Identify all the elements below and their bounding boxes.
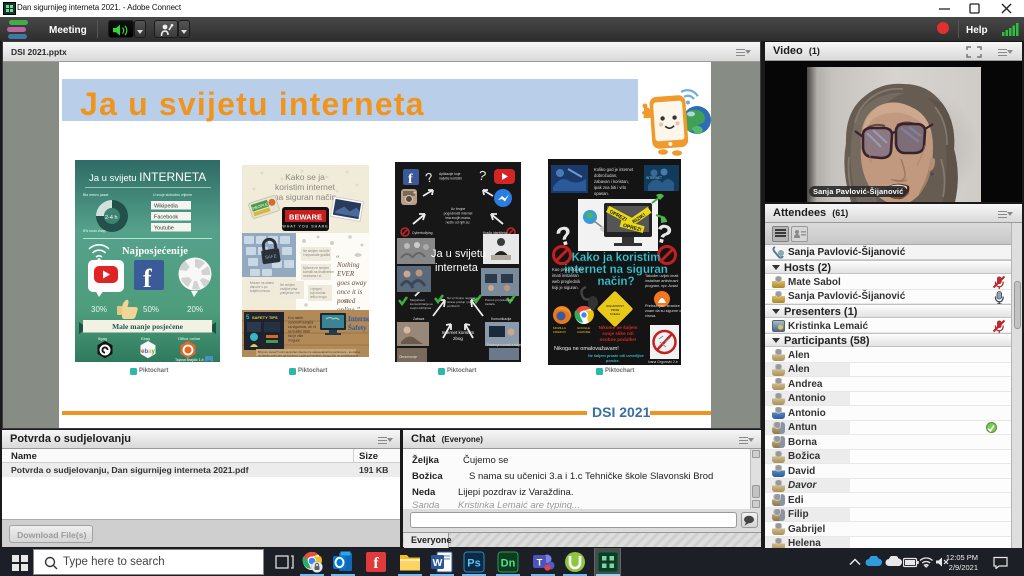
svg-text:osobne podatke!: osobne podatke!	[600, 337, 637, 342]
svg-text:Također uvijek imati: Također uvijek imati	[645, 274, 678, 278]
svg-text:Pretražujem stranice za koje: Pretražujem stranice za koje	[645, 304, 681, 308]
svg-text:poruke.: poruke.	[606, 359, 620, 363]
svg-text:f: f	[373, 555, 379, 572]
svg-text:ebay: ebay	[141, 349, 155, 355]
svg-text:Ps: Ps	[467, 558, 480, 570]
svg-text:koristim internet: koristim internet	[275, 182, 336, 192]
svg-text:način?: način?	[597, 276, 634, 288]
svg-text:posted: posted	[336, 297, 356, 305]
svg-text:8% mutu dnap: 8% mutu dnap	[83, 229, 106, 233]
svg-text:web preglednik: web preglednik	[552, 279, 581, 284]
svg-text:Youtube: Youtube	[154, 226, 174, 232]
svg-text:virusa.: virusa.	[645, 314, 656, 318]
svg-text:Kako se ja: Kako se ja	[285, 172, 325, 182]
svg-text:30%: 30%	[91, 305, 107, 314]
svg-text:T: T	[537, 558, 543, 569]
svg-text:EVER: EVER	[336, 270, 355, 278]
svg-text:Koliko god je internet: Koliko god je internet	[594, 167, 634, 172]
svg-text:Praćenje novosti a svijeta: Praćenje novosti a svijeta	[487, 343, 521, 347]
svg-text:Bla mrezu pasat: Bla mrezu pasat	[83, 193, 108, 197]
svg-text:f: f	[408, 172, 413, 187]
svg-text:Internet: Internet	[348, 315, 369, 323]
svg-text:Ja u svijetu: Ja u svijetu	[431, 248, 486, 260]
svg-text:svoje slike niti: svoje slike niti	[602, 331, 633, 336]
svg-text:Nothing: Nothing	[336, 261, 360, 269]
svg-text:zadaća: zadaća	[485, 302, 495, 306]
svg-text:znam da su sigurne od: znam da su sigurne od	[645, 309, 681, 313]
svg-text:Nikome ne šaljem: Nikome ne šaljem	[599, 325, 638, 330]
svg-text:Office online: Office online	[178, 336, 201, 341]
svg-text:pogodnosti internet: pogodnosti internet	[444, 212, 473, 216]
svg-text:f: f	[143, 264, 152, 293]
svg-text:zabavan i koristan,: zabavan i koristan,	[594, 179, 629, 184]
svg-text:once it is: once it is	[337, 288, 363, 296]
svg-text:SVEGA: SVEGA	[610, 312, 620, 316]
svg-text:imati instaliran: imati instaliran	[552, 273, 579, 278]
svg-text:9gag: 9gag	[98, 336, 107, 341]
svg-text:W: W	[433, 557, 443, 569]
svg-text:i nepoznate građke: i nepoznate građke	[303, 253, 330, 257]
svg-text:2-4 h: 2-4 h	[105, 215, 118, 221]
svg-text:opasan.: opasan.	[594, 191, 609, 196]
svg-text:BEWARE: BEWARE	[289, 213, 322, 222]
svg-text:U svoje slobodno vrijeme: U svoje slobodno vrijeme	[153, 193, 192, 197]
svg-text:program, npr. Avast: program, npr. Avast	[645, 284, 679, 288]
svg-text:WHAT YOU SHARE: WHAT YOU SHARE	[282, 225, 328, 229]
svg-text:primjerice i ne: primjerice i ne	[280, 291, 300, 295]
svg-text:Internet koristim: Internet koristim	[442, 330, 475, 335]
svg-text:na siguran način: na siguran način	[274, 192, 337, 202]
svg-text:što je više: što je više	[288, 334, 303, 338]
svg-text:Male manje posjećene: Male manje posjećene	[112, 322, 183, 331]
svg-text:Dn: Dn	[501, 558, 516, 570]
svg-text:interneta: interneta	[435, 262, 479, 274]
svg-text:Cyberbullying: Cyberbullying	[412, 231, 433, 235]
svg-text:Zabava: Zabava	[413, 317, 424, 321]
svg-text:ima svojih mana,: ima svojih mana,	[445, 216, 470, 220]
svg-text:Evo nekih: Evo nekih	[288, 316, 303, 320]
svg-text:Ja u svijetu INTERNETA: Ja u svijetu INTERNETA	[89, 170, 206, 184]
svg-text:CHROME: CHROME	[577, 330, 590, 334]
svg-text:INTERNET: INTERNET	[646, 176, 662, 180]
svg-text:Aplikacije koje: Aplikacije koje	[439, 172, 461, 176]
svg-text:Wikipedia: Wikipedia	[154, 204, 179, 210]
svg-text:Komunikacija: Komunikacija	[491, 317, 511, 321]
svg-text:Obrazovanje: Obrazovanje	[399, 355, 417, 359]
svg-text:50%: 50%	[143, 305, 159, 314]
svg-text:za sigurnost, ali, bi: za sigurnost, ali, bi	[288, 325, 316, 329]
svg-text:teško mogu: teško mogu	[310, 295, 327, 299]
svg-text:Uz brojne: Uz brojne	[451, 207, 466, 211]
svg-text:Ivana Grgurović 2.b: Ivana Grgurović 2.b	[648, 360, 678, 364]
svg-text:Ebay: Ebay	[141, 336, 150, 341]
svg-text:ipak zna biti i vrlo: ipak zna biti i vrlo	[594, 185, 627, 190]
svg-text:najviše koristim: najviše koristim	[439, 177, 462, 181]
svg-text:zbog: zbog	[453, 336, 463, 341]
svg-text:20%: 20%	[187, 305, 203, 314]
svg-text:osnovnih savjeta: osnovnih savjeta	[288, 321, 313, 325]
svg-text:svojim bližnjima: svojim bližnjima	[410, 306, 431, 310]
svg-text:Najposjećenije: Najposjećenije	[122, 246, 188, 257]
svg-text:FIREFOX: FIREFOX	[553, 330, 566, 334]
svg-text:Tajana Brajdić 1.b: Tajana Brajdić 1.b	[175, 358, 204, 362]
svg-text:Kako ja koristim: Kako ja koristim	[572, 252, 661, 264]
svg-text:moguće: moguće	[288, 339, 300, 343]
svg-text:Šafety: Šafety	[348, 324, 367, 332]
svg-text:instaliran antivirusni: instaliran antivirusni	[645, 279, 678, 283]
svg-text:koljičin iznosa: koljičin iznosa	[250, 289, 270, 293]
svg-text:nešto od njih su:: nešto od njih su:	[446, 221, 471, 225]
svg-text:pozitivnih: pozitivnih	[447, 304, 460, 308]
svg-text:Ne šaljem proste niti uvredlji: Ne šaljem proste niti uvredljive	[588, 354, 644, 358]
svg-text:dobročudan,: dobročudan,	[594, 173, 617, 178]
svg-text:SAFETY TIPS: SAFETY TIPS	[252, 315, 278, 320]
svg-text:morberite paži mjen ga konszor: morberite paži mjen ga konszorc i grlje …	[258, 354, 359, 358]
svg-text:mrežama i sl.: mrežama i sl.	[303, 274, 322, 278]
svg-text:Nikoga ne omalovažavam!: Nikoga ne omalovažavam!	[554, 346, 619, 352]
svg-text:Kao prvo moram: Kao prvo moram	[552, 267, 583, 272]
svg-text:koji je siguran.: koji je siguran.	[552, 285, 579, 290]
svg-text:Facebook: Facebook	[154, 215, 178, 221]
svg-text:goes away: goes away	[337, 279, 367, 287]
svg-text:se trudim čitati: se trudim čitati	[288, 330, 310, 334]
